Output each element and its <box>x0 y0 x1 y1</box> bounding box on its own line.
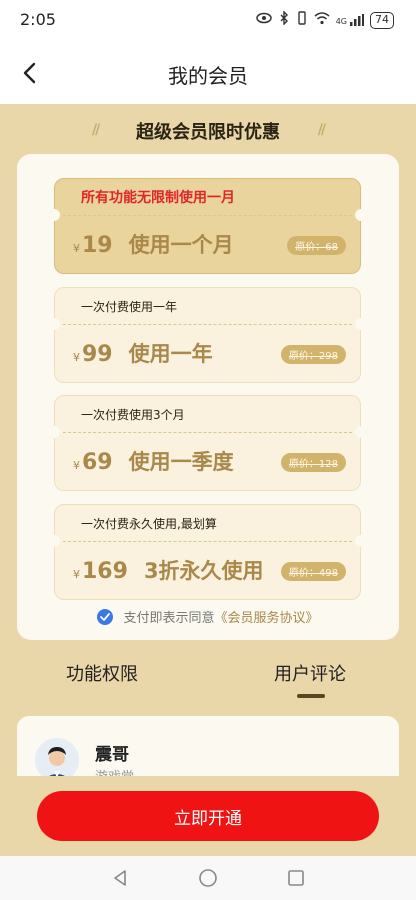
agreement-text: 支付即表示同意 <box>123 611 215 626</box>
plan-option-yearly[interactable]: 一次付费使用一年 ¥ 99 使用一年 原价：298 <box>48 287 367 383</box>
plan-divider <box>63 215 352 216</box>
nav-bar: 我的会员 <box>0 42 416 104</box>
tab-bar: 功能权限 用户评论 <box>0 654 416 706</box>
battery-icon: 74 <box>370 11 394 29</box>
bluetooth-icon <box>278 10 290 29</box>
check-icon <box>100 612 111 621</box>
activate-now-button[interactable]: 立即开通 <box>37 791 379 841</box>
plan-option-lifetime[interactable]: 一次付费永久使用,最划算 ¥ 169 3折永久使用 原价：498 <box>48 504 367 600</box>
plan-divider <box>63 324 352 325</box>
back-triangle-icon[interactable] <box>110 868 130 888</box>
ticket-notch <box>355 318 367 330</box>
plan-price-row: ¥ 69 使用一季度 <box>73 446 234 476</box>
ticket-notch <box>355 209 367 221</box>
original-price-badge: 原价：498 <box>280 562 346 581</box>
plan-header: 所有功能无限制使用一月 <box>55 179 360 215</box>
plan-label: 使用一季度 <box>128 450 234 474</box>
vibrate-icon <box>296 11 308 29</box>
currency-symbol: ¥ <box>73 568 80 581</box>
tab-user-reviews[interactable]: 用户评论 <box>274 660 346 686</box>
status-time: 2:05 <box>20 10 56 29</box>
reviewer-name: 震哥 <box>95 745 129 765</box>
original-price-badge: 原价：128 <box>280 453 346 472</box>
review-card: 震哥 游戏党 <box>17 716 399 778</box>
currency-symbol: ¥ <box>73 242 80 255</box>
avatar <box>35 738 79 778</box>
plan-price: 69 <box>82 450 113 475</box>
plan-option-monthly[interactable]: 所有功能无限制使用一月 ¥ 19 使用一个月 原价：68 <box>48 178 367 274</box>
agreement-checkbox[interactable] <box>97 608 114 625</box>
cellular-signal-icon: 4G <box>336 14 364 26</box>
plan-subtitle: 一次付费使用一年 <box>81 300 178 314</box>
ticket-notch <box>355 535 367 547</box>
ticket-notch <box>48 209 60 221</box>
original-price-badge: 原价：298 <box>280 345 346 364</box>
plan-label: 使用一年 <box>128 342 213 366</box>
ticket-notch <box>48 426 60 438</box>
promo-banner: // 超级会员限时优惠 // <box>0 104 416 154</box>
active-tab-indicator <box>297 694 325 698</box>
plan-price-row: ¥ 169 3折永久使用 <box>73 555 264 585</box>
plan-header: 一次付费使用3个月 <box>55 396 360 432</box>
bottom-action-area: 立即开通 <box>0 776 416 856</box>
status-icons: 4G 74 <box>255 10 394 29</box>
recents-square-icon[interactable] <box>286 868 306 888</box>
wifi-icon <box>314 11 330 29</box>
currency-symbol: ¥ <box>73 459 80 472</box>
plan-header: 一次付费永久使用,最划算 <box>55 505 360 541</box>
home-circle-icon[interactable] <box>198 868 218 888</box>
system-nav-bar <box>0 856 416 900</box>
plan-label: 使用一个月 <box>128 233 234 257</box>
status-bar: 2:05 4G 74 <box>0 0 416 42</box>
ticket-notch <box>48 318 60 330</box>
agreement-row: 支付即表示同意 《会员服务协议》 <box>0 607 416 626</box>
plan-divider <box>63 541 352 542</box>
plan-label: 3折永久使用 <box>143 559 264 583</box>
plan-subtitle: 所有功能无限制使用一月 <box>81 190 235 206</box>
plan-option-quarterly[interactable]: 一次付费使用3个月 ¥ 69 使用一季度 原价：128 <box>48 395 367 491</box>
page-title: 我的会员 <box>168 64 248 88</box>
plan-price: 99 <box>82 342 113 367</box>
plan-price: 169 <box>82 559 128 584</box>
tab-features[interactable]: 功能权限 <box>66 660 138 686</box>
plan-price-row: ¥ 99 使用一年 <box>73 338 213 368</box>
plan-price: 19 <box>82 233 113 258</box>
membership-agreement-link[interactable]: 《会员服务协议》 <box>215 607 319 626</box>
ticket-notch <box>355 426 367 438</box>
plan-price-row: ¥ 19 使用一个月 <box>73 229 234 259</box>
plan-subtitle: 一次付费使用3个月 <box>81 408 185 422</box>
original-price-badge: 原价：68 <box>287 236 346 255</box>
plan-header: 一次付费使用一年 <box>55 288 360 324</box>
decorative-slashes-right: // <box>317 122 326 138</box>
ticket-notch <box>48 535 60 547</box>
currency-symbol: ¥ <box>73 351 80 364</box>
banner-title: 超级会员限时优惠 <box>136 122 280 143</box>
plan-subtitle: 一次付费永久使用,最划算 <box>81 517 217 531</box>
plans-card: 所有功能无限制使用一月 ¥ 19 使用一个月 原价：68 一次付费使用一年 ¥ … <box>17 154 399 640</box>
signal-label: 4G <box>335 17 347 26</box>
eye-icon <box>255 12 272 28</box>
plan-divider <box>63 432 352 433</box>
